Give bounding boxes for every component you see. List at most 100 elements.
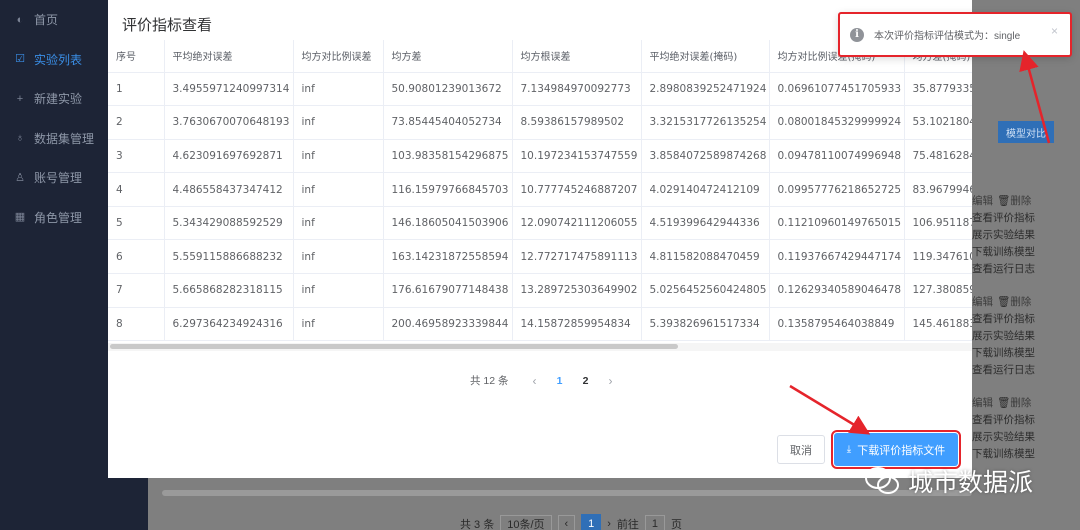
table-cell: 146.18605041503906 <box>383 206 513 241</box>
table-cell: 10.197234153747559 <box>512 139 642 174</box>
watermark-text: 城市数据派 <box>908 469 1034 497</box>
cancel-button[interactable]: 取消 <box>777 435 825 464</box>
show-results-link[interactable]: 展示实验结果 <box>972 328 1080 345</box>
table-cell: 8.59386157989502 <box>512 105 642 140</box>
page-1-button[interactable]: 1 <box>547 375 573 387</box>
table-cell: inf <box>293 307 384 342</box>
download-icon: ⤓ <box>846 444 852 455</box>
info-notification: i 本次评价指标评估模式为：single × <box>838 12 1072 57</box>
table-cell: 7 <box>108 273 165 308</box>
background-pagination: 共 3 条 10条/页 ‹ 1 › 前往 1 页 <box>460 514 682 530</box>
next-page-button[interactable]: › <box>607 518 611 530</box>
row-actions: 编辑 🗑删除 查看评价指标 展示实验结果 下载训练模型 查看运行日志 <box>972 294 1080 379</box>
metrics-table-wrapper: 序号 平均绝对误差 均方对比例误差 均方差 均方根误差 平均绝对误差(掩码) 均方对比例误差… <box>108 40 972 345</box>
metrics-table: 序号 平均绝对误差 均方对比例误差 均方差 均方根误差 平均绝对误差(掩码) 均方对比例误差… <box>108 40 972 342</box>
view-log-link[interactable]: 查看运行日志 <box>972 362 1080 379</box>
table-cell: inf <box>293 139 384 174</box>
table-row: 3 4.623091697692871 inf 103.98358154296875 1… <box>108 139 972 174</box>
wechat-logo-icon <box>865 467 899 494</box>
delete-link[interactable]: 删除 <box>1010 296 1031 308</box>
download-model-link[interactable]: 下载训练模型 <box>972 345 1080 362</box>
table-cell: 5.559115886688232 <box>164 239 294 275</box>
table-cell: 6 <box>108 239 165 275</box>
delete-link[interactable]: 删除 <box>1010 195 1031 207</box>
table-cell: 3.7630670070648193 <box>164 105 294 140</box>
list-icon: ☑ <box>15 53 25 66</box>
download-button-label: 下载评价指标文件 <box>857 444 946 457</box>
edit-link[interactable]: 编辑 <box>972 397 993 409</box>
info-icon: i <box>850 27 864 42</box>
watermark: 城市数据派 <box>864 463 1033 499</box>
download-metrics-button[interactable]: ⤓ 下载评价指标文件 <box>831 430 961 469</box>
view-metrics-link[interactable]: 查看评价指标 <box>972 210 1080 227</box>
edit-link[interactable]: 编辑 <box>972 195 993 207</box>
model-compare-button[interactable]: 模型对比 <box>998 121 1054 143</box>
table-cell: 8 <box>108 307 165 342</box>
dialog-title: 评价指标查看 <box>122 17 213 34</box>
table-cell: 10.777745246887207 <box>512 172 642 207</box>
close-icon[interactable]: × <box>1051 24 1058 38</box>
sidebar-item-label: 实验列表 <box>34 52 83 67</box>
show-results-link[interactable]: 展示实验结果 <box>972 227 1080 244</box>
table-cell: 12.772717475891113 <box>512 239 642 275</box>
table-cell: 53.102180480 <box>904 105 972 140</box>
page-2-button[interactable]: 2 <box>573 375 599 387</box>
view-log-link[interactable]: 查看运行日志 <box>972 261 1080 278</box>
table-cell: 6.297364234924316 <box>164 307 294 342</box>
goto-label: 前往 <box>616 519 639 530</box>
table-horizontal-scrollbar[interactable] <box>108 343 972 351</box>
table-cell: 3.8584072589874268 <box>641 139 770 174</box>
column-header: 均方对比例误差 <box>293 40 384 73</box>
table-cell: 35.877933502 <box>904 72 972 107</box>
table-cell: 4.486558437347412 <box>164 172 294 207</box>
table-cell: 3.4955971240997314 <box>164 72 294 107</box>
view-metrics-link[interactable]: 查看评价指标 <box>972 412 1080 429</box>
table-cell: 163.14231872558594 <box>383 239 513 275</box>
delete-link[interactable]: 删除 <box>1010 397 1031 409</box>
column-header: 序号 <box>108 40 165 73</box>
dashboard-icon: ◐ <box>16 13 24 26</box>
prev-page-button[interactable]: ‹ <box>557 515 576 530</box>
metrics-dialog: 评价指标查看 序号 平均绝对误差 均方对比例误差 均方差 均方根误差 平均绝对误差(掩码)… <box>108 0 972 478</box>
page-size-select[interactable]: 10条/页 <box>500 515 552 530</box>
row-actions: 编辑 🗑删除 查看评价指标 展示实验结果 下载训练模型 查看运行日志 <box>972 193 1080 278</box>
plus-icon: + <box>16 92 24 105</box>
edit-link[interactable]: 编辑 <box>972 296 993 308</box>
prev-page-button[interactable]: ‹ <box>523 374 547 388</box>
page-button-current[interactable]: 1 <box>581 514 602 530</box>
download-model-link[interactable]: 下载训练模型 <box>972 244 1080 261</box>
next-page-button[interactable]: › <box>599 374 623 388</box>
table-cell: 116.15979766845703 <box>383 172 513 207</box>
table-cell: 5.665868282318115 <box>164 273 294 308</box>
table-cell: inf <box>293 239 384 275</box>
download-model-link[interactable]: 下载训练模型 <box>972 446 1080 463</box>
table-cell: 14.15872859954834 <box>512 307 642 342</box>
table-cell: 4 <box>108 172 165 207</box>
table-cell: 83.967994689 <box>904 172 972 207</box>
table-row: 1 3.4955971240997314 inf 50.90801239013672 7… <box>108 72 972 107</box>
table-cell: 127.38085937 <box>904 273 972 308</box>
sidebar-item-label: 数据集管理 <box>34 131 95 146</box>
background-scrollbar[interactable] <box>162 490 972 496</box>
table-cell: 0.08001845329999924 <box>769 105 905 140</box>
goto-page-input[interactable]: 1 <box>644 515 665 530</box>
show-results-link[interactable]: 展示实验结果 <box>972 429 1080 446</box>
user-icon: ♙ <box>15 171 25 184</box>
table-cell: 4.623091697692871 <box>164 139 294 174</box>
table-cell: 0.09957776218652725 <box>769 172 905 207</box>
table-cell: 106.95118713 <box>904 206 972 241</box>
scrollbar-thumb[interactable] <box>110 344 678 349</box>
column-header: 均方差 <box>383 40 513 73</box>
table-row: 2 3.7630670070648193 inf 73.85445404052734 8… <box>108 105 972 140</box>
table-cell: 0.1358795464038849 <box>769 307 905 342</box>
table-cell: 3.3215317726135254 <box>641 105 770 140</box>
row-actions: 编辑 🗑删除 查看评价指标 展示实验结果 下载训练模型 <box>972 395 1080 463</box>
sidebar-item-label: 角色管理 <box>34 210 83 225</box>
table-cell: 75.481628417 <box>904 139 972 174</box>
table-cell: 4.519399642944336 <box>641 206 770 241</box>
table-cell: 0.09478110074996948 <box>769 139 905 174</box>
view-metrics-link[interactable]: 查看评价指标 <box>972 311 1080 328</box>
sidebar-item-label: 首页 <box>34 13 59 28</box>
column-header: 平均绝对误差(掩码) <box>641 40 770 73</box>
table-cell: 12.090742111206055 <box>512 206 642 241</box>
